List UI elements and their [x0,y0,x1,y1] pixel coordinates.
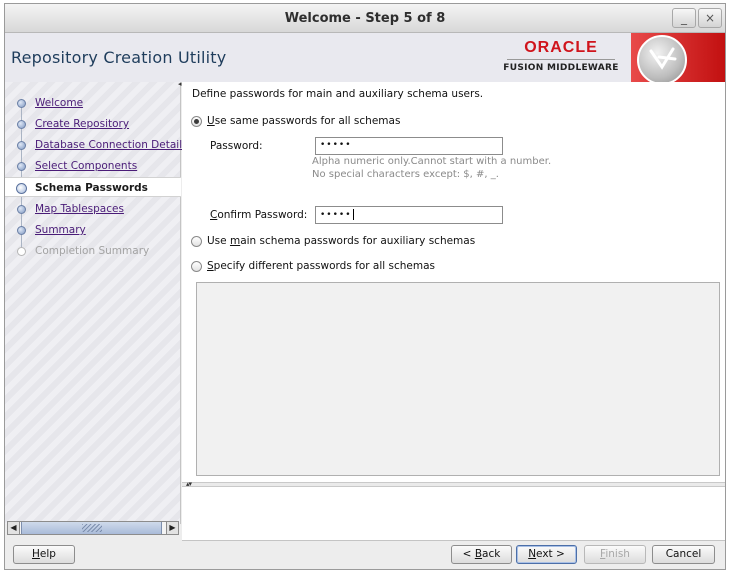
step-done-icon [17,120,26,129]
back-button[interactable]: < Back [451,545,512,564]
step-pending-icon [17,226,26,235]
sidebar-collapse-icon[interactable]: ◂ [178,80,182,88]
oracle-logo: ORACLE FUSION MIDDLEWARE [503,39,619,79]
radio-main-label: Use main schema passwords for auxiliary … [207,235,476,247]
password-hint-line1: Alpha numeric only.Cannot start with a n… [312,156,552,167]
emblem-glyph-icon [649,47,677,70]
brand-fusion-text: FUSION MIDDLEWARE [503,63,619,73]
cancel-button[interactable]: Cancel [652,545,715,564]
train-step-create-repository[interactable]: Create Repository [5,114,181,134]
step-disabled-icon [17,247,26,256]
fusion-emblem-icon [637,35,687,85]
train-step-label: Select Components [35,160,138,172]
app-title: Repository Creation Utility [11,48,227,67]
brand-oracle-text: ORACLE [524,39,598,56]
next-button[interactable]: Next > [516,545,577,564]
finish-button: Finish [584,545,646,564]
header-banner: Repository Creation Utility ORACLE FUSIO… [5,33,725,85]
step-current-icon [16,183,27,194]
password-input[interactable]: ••••• [315,137,503,155]
train-step-database-connection[interactable]: Database Connection Details [5,135,188,155]
minimize-button[interactable]: _ [672,8,696,28]
scroll-left-icon[interactable]: ◀ [8,522,20,534]
step-done-icon [17,141,26,150]
train-step-label: Map Tablespaces [35,203,124,215]
confirm-password-input[interactable]: ••••• [315,206,503,224]
password-label: Password: [210,140,263,152]
train-step-completion-summary: Completion Summary [5,241,181,261]
step-done-icon [17,99,26,108]
help-button[interactable]: Help [13,545,75,564]
train-step-label: Summary [35,224,86,236]
train-step-welcome[interactable]: Welcome [5,93,181,113]
train-step-label: Schema Passwords [35,182,148,194]
schema-table-area [196,282,720,476]
train-step-schema-passwords[interactable]: Schema Passwords [5,177,181,197]
sidebar-horizontal-scrollbar[interactable]: ◀ ▶ [7,521,179,535]
train-step-label: Create Repository [35,118,130,130]
brand-divider [507,59,615,60]
navigation-train: Welcome Create Repository Database Conne… [5,82,188,524]
radio-different-label: Specify different passwords for all sche… [207,260,436,272]
message-pane [182,487,725,541]
train-step-label: Welcome [35,97,84,109]
grip-icon [82,524,102,532]
train-step-summary[interactable]: Summary [5,220,181,240]
train-step-label: Database Connection Details [35,139,188,151]
close-icon: × [704,11,716,25]
train-step-map-tablespaces[interactable]: Map Tablespaces [5,199,181,219]
radio-unchecked-icon[interactable] [191,261,202,272]
scroll-thumb[interactable] [21,522,162,534]
scroll-right-icon[interactable]: ▶ [166,522,178,534]
schema-passwords-panel: Define passwords for main and auxiliary … [182,82,725,482]
instruction-text: Define passwords for main and auxiliary … [192,88,484,100]
radio-unchecked-icon[interactable] [191,236,202,247]
text-caret [352,209,354,220]
minimize-icon: _ [681,11,687,25]
window-title: Welcome - Step 5 of 8 [284,11,446,26]
rcu-window: Welcome - Step 5 of 8 _ × Repository Cre… [4,3,726,570]
radio-same-label: Use same passwords for all schemas [207,115,401,127]
train-step-select-components[interactable]: Select Components [5,156,181,176]
password-hint-line2: No special characters except: $, #, _. [312,169,499,180]
radio-checked-icon[interactable] [191,116,202,127]
close-button[interactable]: × [698,8,722,28]
step-done-icon [17,162,26,171]
train-step-label: Completion Summary [35,245,150,257]
title-bar[interactable]: Welcome - Step 5 of 8 _ × [5,4,725,33]
confirm-password-label: Confirm Password: [210,209,308,221]
step-pending-icon [17,205,26,214]
